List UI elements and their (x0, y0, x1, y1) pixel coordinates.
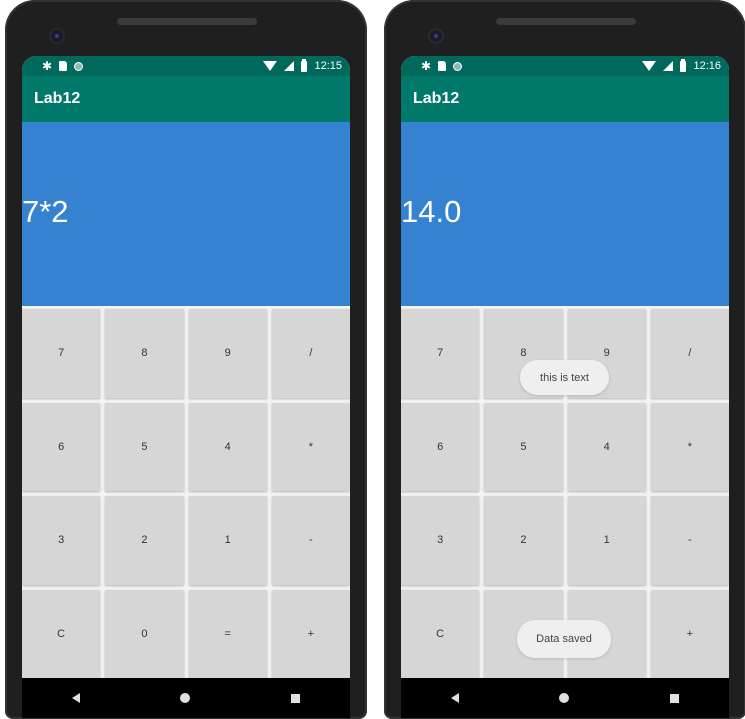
display-text: 14.0 (401, 194, 462, 229)
key-multiply[interactable]: * (650, 402, 729, 491)
key-divide[interactable]: / (650, 309, 729, 398)
key-minus[interactable]: - (271, 496, 350, 585)
toast-message: this is text (520, 360, 609, 395)
circle-status-icon (453, 61, 463, 71)
home-icon[interactable] (180, 693, 191, 703)
home-icon[interactable] (559, 693, 570, 703)
key-6[interactable]: 6 (22, 402, 101, 491)
sdcard-icon (438, 61, 447, 71)
battery-icon (680, 58, 687, 72)
key-1[interactable]: 1 (188, 496, 267, 585)
keypad: 7 8 9 / 6 5 4 * 3 2 1 - C 0 = + (22, 306, 350, 678)
status-bar: ✱ 12:16 (401, 56, 729, 76)
key-clear[interactable]: C (22, 589, 101, 678)
key-7[interactable]: 7 (22, 309, 101, 398)
key-divide[interactable]: / (271, 309, 350, 398)
key-0[interactable]: 0 (105, 589, 184, 678)
key-1[interactable]: 1 (567, 496, 646, 585)
key-equals[interactable]: = (188, 589, 267, 678)
back-icon[interactable] (451, 693, 460, 703)
speaker-grille (117, 18, 257, 25)
phone-frame-left: ✱ 12:15 Lab12 7*2 7 8 9 / 6 5 4 * 3 2 1 … (5, 0, 367, 719)
app-bar: Lab12 (401, 76, 729, 122)
key-4[interactable]: 4 (567, 402, 646, 491)
screen-left: ✱ 12:15 Lab12 7*2 7 8 9 / 6 5 4 * 3 2 1 … (22, 56, 350, 678)
key-3[interactable]: 3 (22, 496, 101, 585)
key-5[interactable]: 5 (105, 402, 184, 491)
app-bar: Lab12 (22, 76, 350, 122)
front-camera (430, 30, 442, 42)
wifi-icon (263, 61, 278, 71)
signal-icon (284, 61, 295, 71)
speaker-grille (496, 18, 636, 25)
key-clear[interactable]: C (401, 589, 480, 678)
status-bar: ✱ 12:15 (22, 56, 350, 76)
calculator-display: 7*2 (22, 122, 350, 306)
key-9[interactable]: 9 (188, 309, 267, 398)
key-minus[interactable]: - (650, 496, 729, 585)
front-camera (51, 30, 63, 42)
app-title: Lab12 (34, 90, 81, 107)
key-multiply[interactable]: * (271, 402, 350, 491)
key-7[interactable]: 7 (401, 309, 480, 398)
key-2[interactable]: 2 (105, 496, 184, 585)
key-plus[interactable]: + (271, 589, 350, 678)
key-8[interactable]: 8 (105, 309, 184, 398)
navigation-bar (22, 678, 350, 718)
app-title: Lab12 (413, 90, 460, 107)
display-text: 7*2 (22, 194, 69, 229)
key-3[interactable]: 3 (401, 496, 480, 585)
status-time: 12:16 (693, 60, 721, 72)
toast-message: Data saved (517, 620, 611, 658)
key-4[interactable]: 4 (188, 402, 267, 491)
calculator-display: 14.0 (401, 122, 729, 306)
back-icon[interactable] (72, 693, 81, 703)
gear-icon: ✱ (42, 59, 53, 73)
key-plus[interactable]: + (650, 589, 729, 678)
circle-status-icon (74, 61, 84, 71)
key-6[interactable]: 6 (401, 402, 480, 491)
status-time: 12:15 (314, 60, 342, 72)
battery-icon (301, 58, 308, 72)
gear-icon: ✱ (421, 59, 432, 73)
sdcard-icon (59, 61, 68, 71)
phone-frame-right: ✱ 12:16 Lab12 14.0 7 8 9 / 6 5 4 * 3 2 1… (384, 0, 745, 719)
signal-icon (663, 61, 674, 71)
recents-icon[interactable] (290, 693, 300, 703)
wifi-icon (642, 61, 657, 71)
key-5[interactable]: 5 (484, 402, 563, 491)
recents-icon[interactable] (669, 693, 679, 703)
navigation-bar (401, 678, 729, 718)
screen-right: ✱ 12:16 Lab12 14.0 7 8 9 / 6 5 4 * 3 2 1… (401, 56, 729, 678)
key-2[interactable]: 2 (484, 496, 563, 585)
